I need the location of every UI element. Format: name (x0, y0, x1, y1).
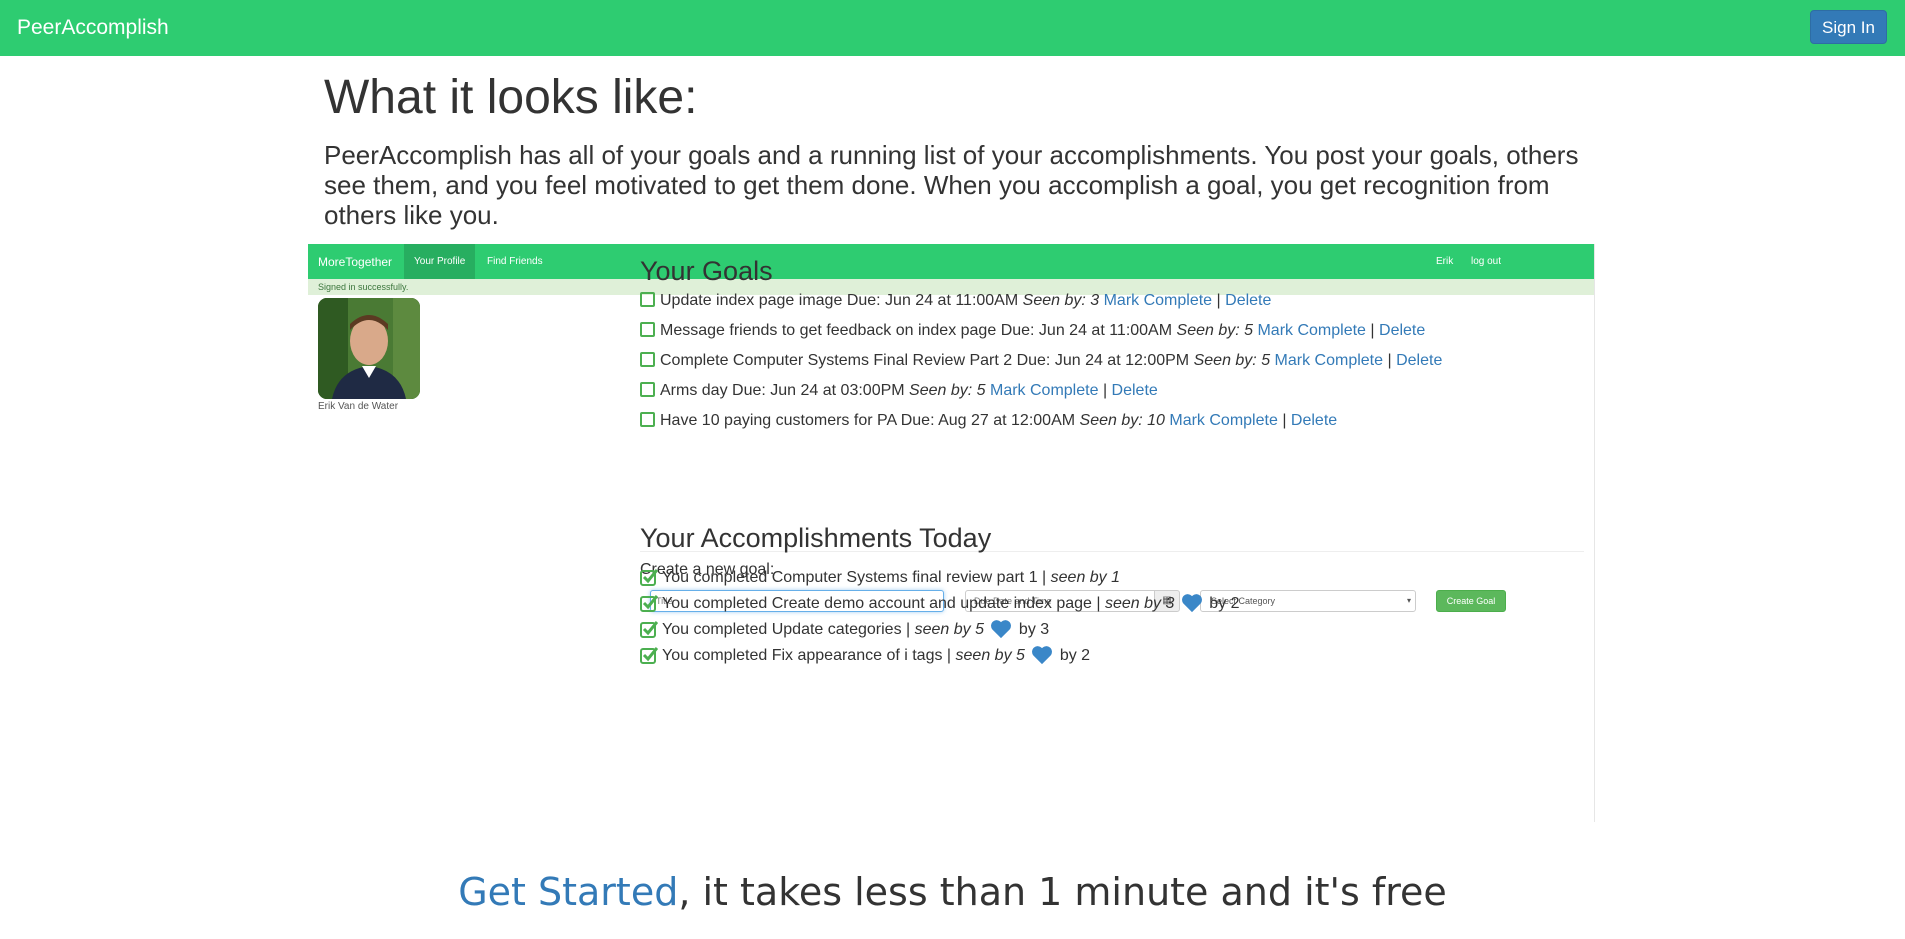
cta-text: , it takes less than 1 minute and it's f… (678, 870, 1447, 914)
mark-complete-link: Mark Complete (990, 382, 1099, 399)
goal-due: Due: Jun 24 at 11:00AM (1000, 322, 1173, 339)
nav-user-name: Erik (1436, 256, 1454, 267)
goal-checkbox (640, 292, 655, 307)
accomplishment-seen-by: seen by 5 (955, 647, 1025, 664)
goal-due: Due: Jun 24 at 12:00PM (1016, 352, 1190, 369)
separator: | (1370, 322, 1375, 339)
like-count: by 2 (1209, 595, 1240, 612)
separator: | (1102, 382, 1108, 399)
goal-seen-by: Seen by: 10 (1079, 412, 1165, 429)
get-started-link[interactable]: Get Started (458, 870, 678, 914)
profile-name: Erik Van de Water (318, 401, 399, 412)
goal-seen-by: Seen by: 5 (1176, 322, 1254, 339)
heart-icon (1181, 594, 1202, 613)
goal-title: Have 10 paying customers for PA (660, 412, 897, 429)
create-goal-button: Create Goal (1436, 590, 1506, 612)
goal-title: Update index page image (660, 292, 843, 309)
checkmark-icon (640, 621, 658, 638)
avatar (318, 298, 420, 399)
accomplishments-title: Your Accomplishments Today (640, 523, 992, 553)
delete-link: Delete (1111, 382, 1158, 399)
top-navbar: PeerAccomplish Sign In (0, 0, 1905, 56)
goal-title: Message friends to get feedback on index… (660, 322, 997, 339)
like-count: by 2 (1059, 647, 1091, 664)
checkmark-icon (640, 647, 658, 664)
app-preview-screenshot: MoreTogether Your Profile Find Friends E… (308, 244, 1595, 822)
delete-link: Delete (1396, 352, 1443, 369)
chevron-down-icon: ▾ (1406, 596, 1411, 605)
heart-icon (991, 620, 1012, 639)
goal-due: Due: Jun 24 at 03:00PM (732, 382, 905, 399)
mark-complete-link: Mark Complete (1169, 412, 1278, 429)
goal-checkbox (640, 352, 655, 367)
goal-checkbox (640, 322, 655, 337)
separator: | (1216, 292, 1221, 309)
app-brand: MoreTogether (318, 255, 393, 269)
accomplishment-seen-by: seen by 3 (1105, 595, 1175, 612)
tab-find-friends: Find Friends (487, 256, 543, 267)
delete-link: Delete (1379, 322, 1426, 339)
separator: | (1387, 352, 1392, 369)
goal-checkbox (640, 382, 655, 397)
accomplishment-seen-by: seen by 1 (1050, 569, 1121, 586)
page-heading: What it looks like: (324, 71, 698, 124)
alert-text: Signed in successfully. (318, 282, 409, 292)
like-count: by 3 (1018, 621, 1050, 638)
accomplishment-text: You completed Create demo account and up… (662, 595, 1101, 612)
goals-title: Your Goals (640, 256, 773, 286)
goal-seen-by: Seen by: 5 (909, 382, 986, 399)
delete-link: Delete (1225, 292, 1272, 309)
intro-paragraph: PeerAccomplish has all of your goals and… (324, 140, 1579, 230)
goal-item: Arms day Due: Jun 24 at 03:00PM Seen by:… (640, 381, 1158, 401)
goal-checkbox (640, 412, 655, 427)
get-started-cta: Get Started, it takes less than 1 minute… (0, 870, 1905, 914)
goal-title: Complete Computer Systems Final Review P… (660, 352, 1013, 369)
nav-logout: log out (1471, 256, 1502, 267)
separator: | (1282, 412, 1287, 429)
accomplishment-text: You completed Fix appearance of i tags | (662, 647, 952, 664)
accomplishment-item: You completed Fix appearance of i tags |… (640, 645, 1090, 667)
goal-due: Due: Jun 24 at 11:00AM (846, 292, 1019, 309)
mark-complete-link: Mark Complete (1103, 292, 1213, 309)
brand-logo[interactable]: PeerAccomplish (17, 16, 169, 40)
goal-item: Message friends to get feedback on index… (640, 321, 1425, 341)
accomplishment-text: You completed Update categories | (662, 621, 911, 638)
goal-item: Have 10 paying customers for PA Due: Aug… (640, 411, 1337, 431)
accomplishment-seen-by: seen by 5 (914, 621, 985, 638)
checkmark-icon (640, 569, 658, 586)
goal-item: Complete Computer Systems Final Review P… (640, 351, 1442, 371)
goal-title: Arms day (660, 382, 728, 399)
checkmark-icon (640, 595, 658, 612)
accomplishment-item: You completed Update categories | seen b… (640, 619, 1049, 641)
goal-seen-by: Seen by: 3 (1022, 292, 1100, 309)
heart-icon (1032, 646, 1053, 665)
mark-complete-link: Mark Complete (1257, 322, 1366, 339)
delete-link: Delete (1290, 412, 1338, 429)
accomplishment-text: You completed Computer Systems final rev… (662, 569, 1047, 586)
app-navbar: MoreTogether Your Profile Find Friends E… (308, 244, 1594, 279)
sign-in-button[interactable]: Sign In (1810, 10, 1887, 44)
tab-your-profile: Your Profile (404, 244, 476, 279)
accomplishment-item: You completed Computer Systems final rev… (640, 567, 1120, 589)
goal-seen-by: Seen by: 5 (1193, 352, 1271, 369)
goal-due: Due: Aug 27 at 12:00AM (900, 412, 1076, 429)
mark-complete-link: Mark Complete (1274, 352, 1384, 369)
accomplishment-item: You completed Create demo account and up… (640, 593, 1240, 615)
goal-item: Update index page image Due: Jun 24 at 1… (640, 291, 1271, 311)
